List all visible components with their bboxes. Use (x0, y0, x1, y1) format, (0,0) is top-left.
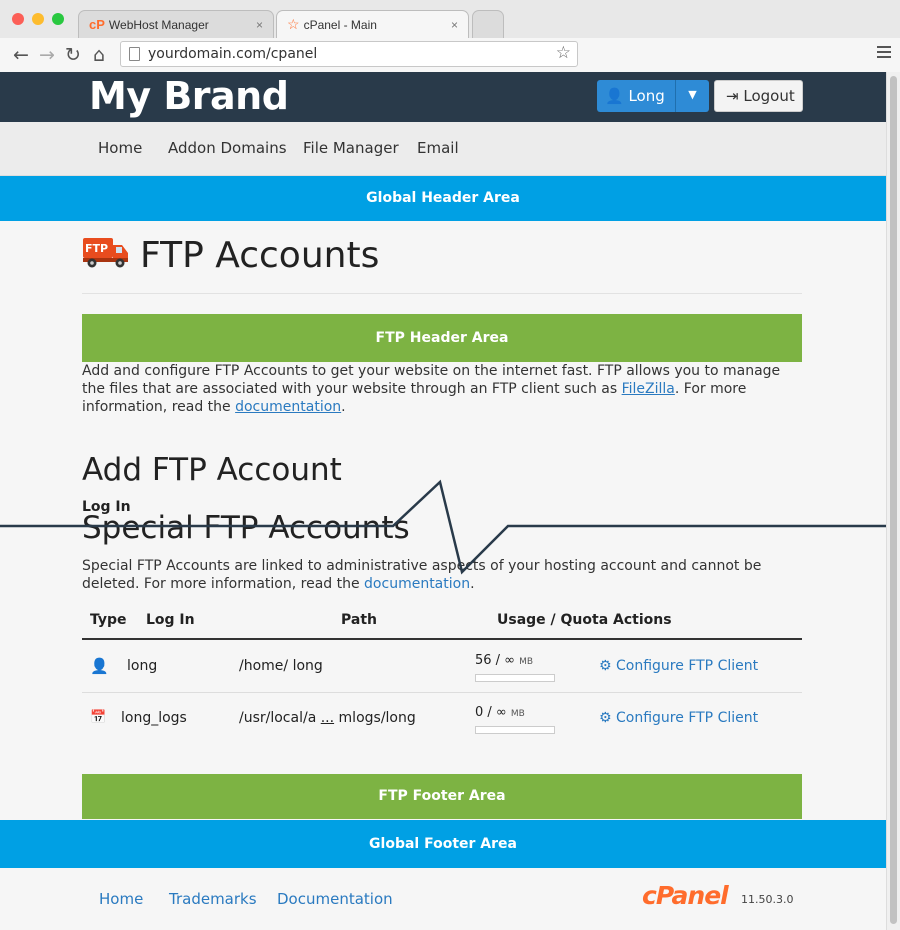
maximize-window-button[interactable] (52, 13, 64, 25)
footer-documentation-link[interactable]: Documentation (277, 890, 393, 908)
reload-icon[interactable]: ↻ (60, 44, 86, 66)
close-window-button[interactable] (12, 13, 24, 25)
tab-label: cPanel - Main (303, 17, 377, 32)
new-tab-button[interactable] (472, 10, 504, 38)
tab-label: WebHost Manager (108, 17, 209, 32)
browser-chrome: cP WebHost Manager × ☆ cPanel - Main × ←… (0, 0, 900, 72)
menu-icon[interactable] (877, 46, 891, 61)
footer-trademarks-link[interactable]: Trademarks (169, 890, 257, 908)
browser-toolbar: ← → ↻ ⌂ yourdomain.com/cpanel ☆ (0, 38, 900, 72)
cpanel-logo[interactable]: cPanel (642, 881, 729, 910)
cpanel-favicon-icon: cP (89, 17, 105, 32)
page-break-line (0, 479, 886, 575)
star-favicon-icon: ☆ (287, 16, 300, 32)
url-text: yourdomain.com/cpanel (148, 46, 318, 62)
forward-arrow-icon[interactable]: → (34, 44, 60, 66)
back-arrow-icon[interactable]: ← (8, 44, 34, 66)
page-content: My Brand 👤 Long ▼ ⇥ Logout Home Addon Do… (0, 72, 886, 930)
bookmark-star-icon[interactable]: ☆ (556, 43, 571, 63)
window-controls (12, 13, 64, 25)
page-icon (129, 47, 140, 61)
tab-cpanel-main[interactable]: ☆ cPanel - Main × (276, 10, 469, 38)
footer-home-link[interactable]: Home (99, 890, 143, 908)
home-icon[interactable]: ⌂ (86, 44, 112, 66)
url-bar[interactable]: yourdomain.com/cpanel ☆ (120, 41, 578, 67)
scrollbar-thumb[interactable] (890, 76, 897, 924)
tab-close-icon[interactable]: × (256, 18, 263, 32)
version-number: 11.50.3.0 (741, 893, 794, 906)
minimize-window-button[interactable] (32, 13, 44, 25)
tab-webhost-manager[interactable]: cP WebHost Manager × (78, 10, 274, 38)
scrollbar[interactable] (886, 72, 900, 930)
tab-close-icon[interactable]: × (451, 18, 458, 32)
